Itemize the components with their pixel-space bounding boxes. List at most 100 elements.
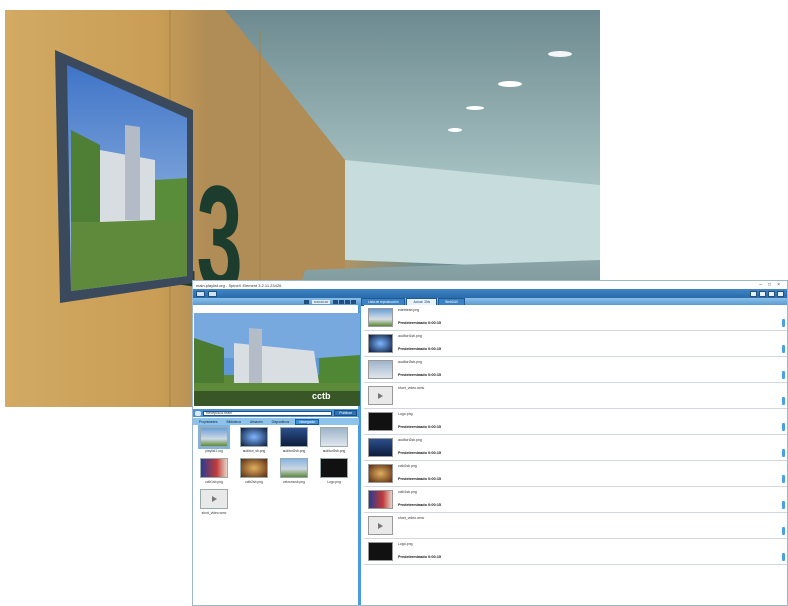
library-item[interactable]: auditori2sb.png (275, 427, 313, 453)
window-title: main.playlist.org - SpineX Element 3.2.1… (196, 282, 282, 288)
library-item-label: velosmcsb.png (283, 480, 305, 484)
drag-handle[interactable] (782, 397, 785, 405)
playlist-duration: Predeterminado 0:00:15 (398, 555, 442, 559)
image-icon (240, 458, 268, 478)
library-item-label: playlist1.org (205, 449, 223, 453)
library-item-label: auditori_sb.png (242, 449, 266, 453)
playlist-row[interactable]: short_video.wmv (364, 513, 787, 539)
help-icon[interactable] (750, 290, 757, 297)
app-window: main.playlist.org - SpineX Element 3.2.1… (192, 280, 788, 606)
drag-handle[interactable] (782, 553, 785, 561)
title-bar: main.playlist.org - SpineX Element 3.2.1… (193, 281, 787, 289)
playlist-row[interactable]: edetriesb.png Predeterminado 0:00:15 (364, 305, 787, 331)
video-icon (368, 386, 393, 405)
drag-handle[interactable] (782, 345, 785, 353)
library-item[interactable]: velosmcsb.png (275, 458, 313, 484)
playlist-duration: Predeterminado 0:00:15 (398, 503, 442, 507)
library-item[interactable]: cctb1sb.png (195, 458, 233, 484)
transport-bar: 0:00:00.00 Lista de reproducción Actual:… (193, 297, 787, 306)
video-icon (200, 489, 228, 509)
file-menu-button[interactable] (196, 290, 205, 297)
video-icon (368, 516, 393, 535)
library-item[interactable]: auditori_sb.png (235, 427, 273, 453)
library-item[interactable]: auditori3sb.png (315, 427, 353, 453)
library-item-label: cctb2sb.png (245, 480, 263, 484)
playlist-file-name: cctb1sb.png (398, 490, 417, 494)
settings-icon[interactable] (759, 290, 766, 297)
image-icon (368, 308, 393, 327)
playlist-duration: Predeterminado 0:00:15 (398, 373, 442, 377)
playlist-pane: edetriesb.png Predeterminado 0:00:15 aud… (364, 305, 787, 605)
drag-handle[interactable] (782, 449, 785, 457)
image-icon (320, 458, 348, 478)
record-icon[interactable] (303, 299, 309, 304)
image-icon (240, 427, 268, 447)
library-item-label: Logo.png (327, 480, 341, 484)
library-item[interactable]: short_video.wmv (195, 489, 233, 515)
playlist-file-name: Logo.png (398, 542, 413, 546)
image-icon (368, 490, 393, 509)
playlist-row[interactable]: cctb1sb.png Predeterminado 0:00:15 (364, 487, 787, 513)
window-controls: – □ × (759, 282, 784, 288)
next-icon[interactable] (351, 299, 356, 304)
image-icon (200, 458, 228, 478)
image-icon (280, 458, 308, 478)
svg-text:cctb: cctb (312, 391, 331, 401)
library-grid: playlist1.org auditori_sb.png auditori2s… (195, 425, 357, 515)
image-icon (368, 360, 393, 379)
path-bar: Recepció ▸ main Publicar (193, 409, 359, 417)
publish-button[interactable]: Publicar (334, 410, 357, 416)
drag-handle[interactable] (782, 475, 785, 483)
image-icon (368, 542, 393, 561)
tab-browser[interactable]: Navegador (295, 418, 320, 425)
window-body: cctb Recepció ▸ main Publicar Propiedade… (193, 305, 787, 605)
drag-handle[interactable] (782, 371, 785, 379)
composite-page: 113 main.playlist.org - SpineX Element 3… (0, 0, 788, 606)
back-icon[interactable] (195, 410, 201, 416)
playlist-file-name: Logo.png (398, 412, 413, 416)
playlist-row[interactable]: cctb2sb.png Predeterminado 0:00:15 (364, 461, 787, 487)
path-field[interactable]: Recepció ▸ main (203, 410, 333, 416)
image-icon (368, 334, 393, 353)
minimize-button[interactable]: – (759, 282, 762, 288)
previous-icon[interactable] (333, 299, 338, 304)
playlist-duration: Predeterminado 0:00:15 (398, 477, 442, 481)
drag-handle[interactable] (782, 319, 785, 327)
playlist-duration: Predeterminado 0:00:15 (398, 321, 442, 325)
drag-handle[interactable] (782, 527, 785, 535)
tab-devices[interactable]: Dispositivos (269, 420, 293, 424)
playlist-row[interactable]: auditori1sb.png Predeterminado 0:00:15 (364, 331, 787, 357)
user-icon[interactable] (777, 290, 784, 297)
library-item[interactable]: Logo.png (315, 458, 353, 484)
playlist-row[interactable]: auditori2sb.png Predeterminado 0:00:15 (364, 435, 787, 461)
play-icon[interactable] (339, 299, 344, 304)
image-icon (320, 427, 348, 447)
layout-icon[interactable] (768, 290, 775, 297)
playlist-file-name: auditori1sb.png (398, 334, 422, 338)
library-item-label: short_video.wmv (201, 511, 227, 515)
close-button[interactable]: × (777, 282, 780, 288)
playlist-icon (198, 425, 230, 449)
edit-menu-button[interactable] (208, 290, 217, 297)
playlist-file-name: edetriesb.png (398, 308, 420, 312)
preview-image: cctb (194, 313, 360, 406)
tab-library[interactable]: Biblioteca (224, 420, 244, 424)
library-item[interactable]: cctb2sb.png (235, 458, 273, 484)
library-item[interactable]: playlist1.org (195, 425, 233, 453)
playlist-file-name: auditori2sb.png (398, 438, 422, 442)
image-icon (368, 438, 393, 457)
library-tabs: Propiedades Biblioteca Almacén Dispositi… (193, 418, 359, 425)
playlist-row[interactable]: short_video.wmv (364, 383, 787, 409)
playlist-duration: Predeterminado 0:00:15 (398, 425, 442, 429)
drag-handle[interactable] (782, 423, 785, 431)
maximize-button[interactable]: □ (768, 282, 771, 288)
playlist-row[interactable]: Logo.png Predeterminado 0:00:15 (364, 409, 787, 435)
playlist-row[interactable]: Logo.png Predeterminado 0:00:15 (364, 539, 787, 565)
library-item-label: auditori3sb.png (322, 449, 346, 453)
tab-storage[interactable]: Almacén (247, 420, 266, 424)
drag-handle[interactable] (782, 501, 785, 509)
tab-properties[interactable]: Propiedades (196, 420, 221, 424)
playlist-file-name: short_video.wmv (398, 386, 425, 390)
stop-icon[interactable] (345, 299, 350, 304)
playlist-row[interactable]: auditori3sb.png Predeterminado 0:00:15 (364, 357, 787, 383)
